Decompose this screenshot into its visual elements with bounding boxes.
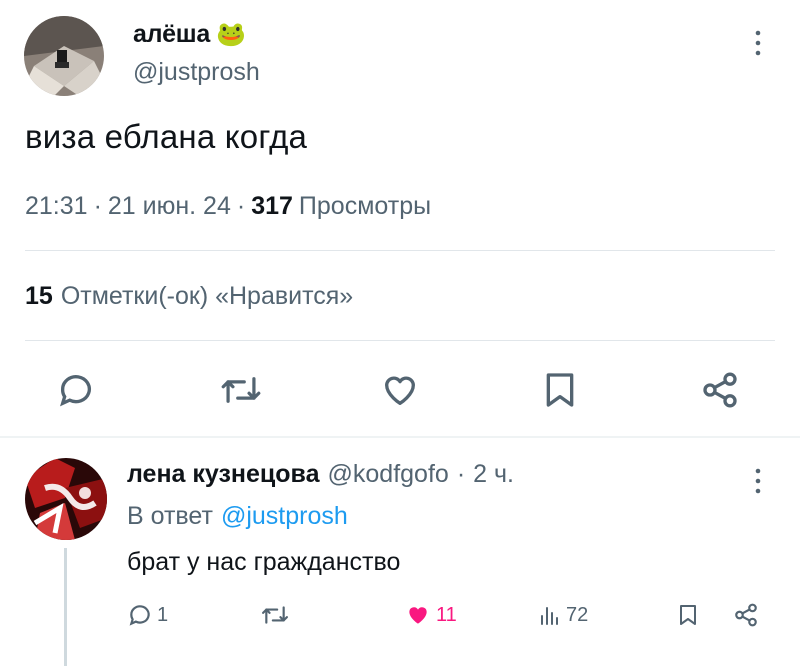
reply-reply-button[interactable]: 1 bbox=[127, 602, 168, 628]
views-count: 317 bbox=[251, 192, 293, 220]
tweet-text: виза еблана когда bbox=[25, 118, 308, 155]
reply-retweet-button[interactable] bbox=[260, 602, 290, 628]
in-reply-handle[interactable]: @justprosh bbox=[221, 502, 348, 531]
reply-header: лена кузнецова @kodfgofo · 2 ч. bbox=[127, 460, 514, 489]
reply-view-count: 72 bbox=[566, 603, 589, 626]
reply-share-button[interactable] bbox=[732, 602, 760, 628]
reply-author-name[interactable]: лена кузнецова bbox=[127, 460, 320, 489]
meta-separator: · bbox=[456, 460, 466, 488]
reply-icon[interactable] bbox=[54, 368, 98, 412]
reply-icon bbox=[129, 605, 150, 626]
tweet-meta: 21:31 · 21 июн. 24 · 317 Просмотры bbox=[25, 192, 431, 221]
reply-more-options-icon[interactable] bbox=[752, 466, 764, 498]
views-label: Просмотры bbox=[298, 192, 432, 220]
retweet-icon[interactable] bbox=[219, 368, 263, 412]
reply-reply-count: 1 bbox=[157, 603, 169, 626]
reply-age[interactable]: 2 ч. bbox=[473, 460, 514, 489]
meta-separator: · bbox=[236, 192, 246, 220]
reply-bookmark-button[interactable] bbox=[676, 602, 700, 628]
likes-summary[interactable]: 15 Отметки(-ок) «Нравится» bbox=[25, 282, 353, 311]
likes-count: 15 bbox=[25, 282, 53, 310]
reply-author-avatar[interactable] bbox=[25, 458, 107, 540]
reply-text: брат у нас гражданство bbox=[127, 548, 401, 576]
more-options-icon[interactable] bbox=[752, 28, 764, 60]
bookmark-icon[interactable] bbox=[538, 368, 582, 412]
likes-label: Отметки(-ок) «Нравится» bbox=[60, 282, 354, 310]
divider bbox=[25, 340, 775, 341]
author-handle[interactable]: @justprosh bbox=[133, 58, 260, 87]
author-name-text[interactable]: алёша bbox=[133, 20, 210, 49]
reply-views-button[interactable]: 72 bbox=[538, 602, 588, 628]
in-reply-prefix: В ответ bbox=[127, 502, 213, 530]
share-icon[interactable] bbox=[698, 368, 742, 412]
in-reply-to: В ответ @justprosh bbox=[127, 502, 348, 531]
thread-line bbox=[64, 548, 67, 666]
section-divider bbox=[0, 436, 800, 438]
tweet-date[interactable]: 21 июн. 24 bbox=[108, 192, 231, 221]
frog-emoji: 🐸 bbox=[215, 21, 246, 48]
like-icon[interactable] bbox=[378, 368, 422, 412]
share-icon bbox=[735, 603, 757, 627]
analytics-icon bbox=[541, 607, 558, 625]
reply-like-button[interactable]: 11 bbox=[404, 602, 457, 628]
author-avatar[interactable] bbox=[24, 16, 104, 96]
divider bbox=[25, 250, 775, 251]
meta-separator: · bbox=[93, 192, 102, 220]
author-name[interactable]: алёша 🐸 bbox=[133, 20, 246, 49]
reply-author-handle[interactable]: @kodfgofo bbox=[328, 460, 449, 489]
bookmark-icon bbox=[680, 605, 696, 625]
retweet-icon bbox=[262, 606, 288, 624]
heart-filled-icon bbox=[409, 607, 427, 624]
reply-like-count: 11 bbox=[436, 603, 457, 626]
tweet-time[interactable]: 21:31 bbox=[25, 192, 88, 221]
